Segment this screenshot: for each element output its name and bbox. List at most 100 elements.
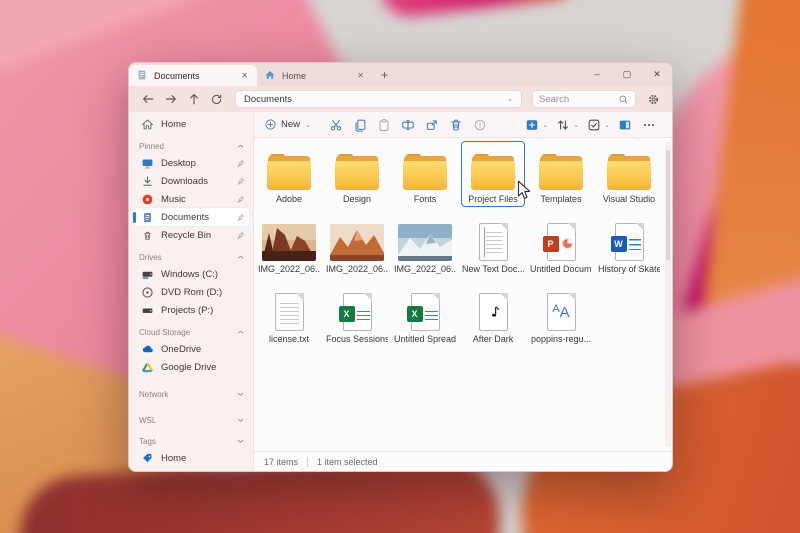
recycle-bin-icon — [141, 229, 154, 242]
new-button[interactable]: New ⌄ — [264, 118, 311, 131]
sidebar-item-label: Music — [161, 193, 186, 205]
section-header[interactable]: Cloud Storage — [133, 325, 249, 340]
sidebar-item-documents[interactable]: Documents — [133, 208, 249, 226]
file-item-new-text-doc[interactable]: New Text Doc... — [461, 211, 525, 277]
file-item-project-files[interactable]: Project Files — [461, 141, 525, 207]
view-options-button[interactable]: ⌄ — [585, 115, 610, 135]
copy-icon[interactable] — [349, 115, 371, 135]
sidebar-item-music[interactable]: Music — [133, 190, 249, 208]
maximize-button[interactable]: ▢ — [612, 63, 642, 86]
more-button[interactable] — [640, 115, 658, 135]
section-label: WSL — [139, 416, 157, 425]
minimize-button[interactable]: – — [582, 63, 612, 86]
sort-button[interactable]: ⌄ — [554, 115, 579, 135]
scrollbar[interactable] — [665, 142, 671, 447]
sidebar-item-recycle-bin[interactable]: Recycle Bin — [133, 226, 249, 244]
address-bar[interactable]: Documents ⌄ — [235, 90, 522, 108]
new-button-label: New — [281, 119, 301, 130]
file-item-fonts[interactable]: Fonts — [393, 141, 457, 207]
file-item-visual-studio[interactable]: Visual Studio — [597, 141, 661, 207]
section-header[interactable]: Tags — [133, 434, 249, 449]
tab-documents[interactable]: Documents ✕ — [129, 65, 257, 86]
chevron-down-icon[interactable]: ⌄ — [507, 95, 513, 103]
more-icon — [640, 115, 658, 135]
new-tab-button[interactable]: + — [373, 65, 396, 86]
file-name: After Dark — [472, 334, 514, 344]
pin-icon[interactable] — [236, 159, 245, 168]
share-icon[interactable] — [421, 115, 443, 135]
layout-icon — [523, 115, 541, 135]
tab-close-icon[interactable]: ✕ — [239, 71, 250, 80]
section-label: Pinned — [139, 142, 164, 151]
sidebar-item-downloads[interactable]: Downloads — [133, 172, 249, 190]
file-item-untitled-spreads[interactable]: X Untitled Spreads... — [393, 281, 457, 347]
sidebar-section: Cloud Storage OneDrive Google Drive — [133, 325, 249, 376]
up-icon[interactable] — [183, 89, 204, 109]
sidebar-item-home[interactable]: Home — [133, 449, 249, 467]
search-input[interactable]: Search — [532, 90, 636, 108]
section-header[interactable]: Network — [133, 387, 249, 402]
google-drive-icon — [141, 361, 154, 374]
file-item-img-2022-06[interactable]: IMG_2022_06... — [325, 211, 389, 277]
pin-icon[interactable] — [236, 213, 245, 222]
sidebar-item-dvd-rom-d[interactable]: DVD Rom (D:) — [133, 283, 249, 301]
audio-icon — [478, 286, 508, 331]
close-button[interactable]: ✕ — [642, 63, 672, 86]
file-item-adobe[interactable]: Adobe — [257, 141, 321, 207]
properties-icon[interactable] — [469, 115, 491, 135]
file-item-img-2022-06[interactable]: IMG_2022_06... — [257, 211, 321, 277]
file-item-after-dark[interactable]: After Dark — [461, 281, 525, 347]
chevron-up-icon[interactable] — [236, 142, 245, 151]
preview-pane-icon — [616, 115, 634, 135]
section-label: Drives — [139, 253, 162, 262]
chevron-up-icon[interactable] — [236, 328, 245, 337]
sidebar-item-desktop[interactable]: Desktop — [133, 154, 249, 172]
file-grid: Adobe Design Fonts Project Files Templates Vi… — [254, 138, 672, 351]
file-item-license-txt[interactable]: license.txt — [257, 281, 321, 347]
preview-pane-button[interactable] — [616, 115, 634, 135]
file-item-img-2022-06[interactable]: IMG_2022_06... — [393, 211, 457, 277]
file-item-focus-sessions[interactable]: X Focus Sessions — [325, 281, 389, 347]
sidebar-item-google-drive[interactable]: Google Drive — [133, 358, 249, 376]
folder-icon — [267, 146, 311, 191]
section-header[interactable]: Drives — [133, 250, 249, 265]
file-item-history-of-skate[interactable]: W History of Skate... — [597, 211, 661, 277]
section-header[interactable]: WSL — [133, 413, 249, 428]
forward-icon[interactable] — [160, 89, 181, 109]
refresh-icon[interactable] — [206, 89, 227, 109]
paste-icon[interactable] — [373, 115, 395, 135]
folder-icon — [403, 146, 447, 191]
pin-icon[interactable] — [236, 177, 245, 186]
sidebar-item-home[interactable]: Home — [133, 115, 249, 133]
rename-icon[interactable] — [397, 115, 419, 135]
section-header[interactable]: Pinned — [133, 139, 249, 154]
chevron-up-icon[interactable] — [236, 253, 245, 262]
file-item-poppins-regu[interactable]: A A poppins-regu... — [529, 281, 593, 347]
file-item-templates[interactable]: Templates — [529, 141, 593, 207]
settings-gear-icon[interactable] — [642, 89, 664, 109]
sidebar-item-label: Desktop — [161, 157, 196, 169]
back-icon[interactable] — [137, 89, 158, 109]
file-name: IMG_2022_06... — [394, 264, 456, 274]
cut-icon[interactable] — [325, 115, 347, 135]
tab-home[interactable]: Home ✕ — [257, 65, 373, 86]
tab-close-icon[interactable]: ✕ — [355, 71, 366, 80]
sidebar-item-onedrive[interactable]: OneDrive — [133, 340, 249, 358]
delete-icon[interactable] — [445, 115, 467, 135]
chevron-down-icon[interactable] — [236, 390, 245, 399]
file-name: IMG_2022_06... — [258, 264, 320, 274]
sidebar-item-windows-c[interactable]: Windows (C:) — [133, 265, 249, 283]
file-name: History of Skate... — [598, 264, 660, 274]
pin-icon[interactable] — [236, 195, 245, 204]
chevron-down-icon[interactable] — [236, 437, 245, 446]
file-area: Adobe Design Fonts Project Files Templates Vi… — [254, 138, 672, 451]
file-name: Focus Sessions — [326, 334, 388, 344]
file-item-design[interactable]: Design — [325, 141, 389, 207]
chevron-down-icon[interactable] — [236, 416, 245, 425]
navigation-bar: Documents ⌄ Search — [129, 86, 672, 112]
sidebar-item-projects-p[interactable]: Projects (P:) — [133, 301, 249, 319]
selection-count: 1 item selected — [317, 456, 378, 467]
file-item-untitled-docum[interactable]: P Untitled Docum... — [529, 211, 593, 277]
layout-button[interactable]: ⌄ — [523, 115, 548, 135]
pin-icon[interactable] — [236, 231, 245, 240]
